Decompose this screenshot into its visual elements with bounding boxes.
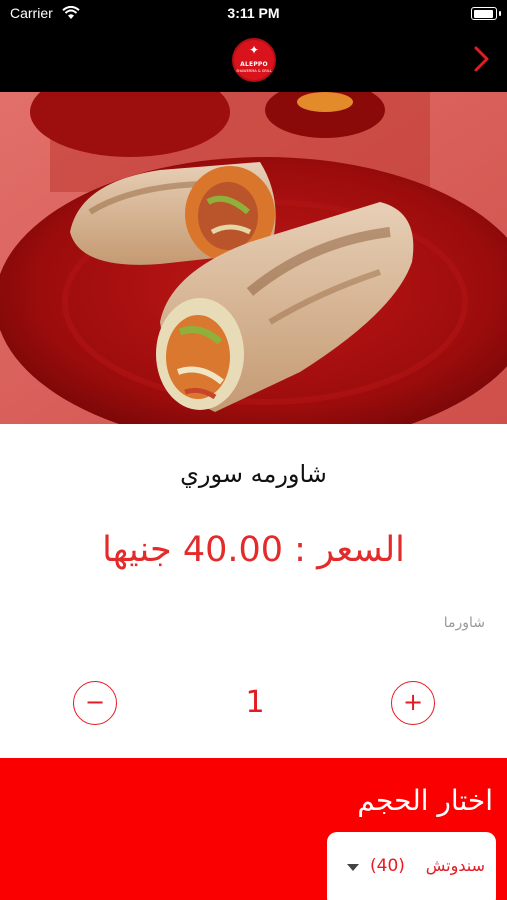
status-time: 3:11 PM [227, 5, 280, 21]
nav-bar: ✦ ALEPPO SHAWERMA & GRILL [0, 28, 507, 92]
price-label: السعر : [294, 530, 405, 570]
product-title: شاورمه سوري [180, 460, 327, 488]
size-title: اختار الحجم [357, 784, 493, 817]
decrease-quantity-button[interactable]: − [73, 681, 117, 725]
logo-subtext: SHAWERMA & GRILL [236, 69, 272, 73]
product-image [0, 92, 507, 424]
category-label: شاورما [443, 615, 485, 631]
price-currency: جنيها [102, 530, 172, 570]
logo-text: ALEPPO [240, 61, 268, 68]
quantity-value: 1 [245, 685, 265, 720]
chevron-right-icon[interactable] [471, 44, 493, 74]
brand-logo: ✦ ALEPPO SHAWERMA & GRILL [232, 38, 276, 82]
caret-down-icon [347, 864, 359, 871]
plus-icon: + [402, 688, 424, 716]
size-dropdown[interactable]: سندوتش (40) [327, 832, 496, 900]
size-option-label: سندوتش [425, 856, 485, 875]
size-panel: اختار الحجم سندوتش (40) [0, 758, 507, 900]
logo-emblem-icon: ✦ [248, 43, 260, 57]
size-option-price: (40) [370, 856, 405, 876]
increase-quantity-button[interactable]: + [391, 681, 435, 725]
price-row: السعر : 40.00 جنيها [0, 530, 507, 570]
status-bar: Carrier 3:11 PM [0, 0, 507, 28]
price-value: 40.00 [182, 530, 284, 570]
battery-icon [471, 7, 501, 20]
minus-icon: − [84, 688, 106, 716]
